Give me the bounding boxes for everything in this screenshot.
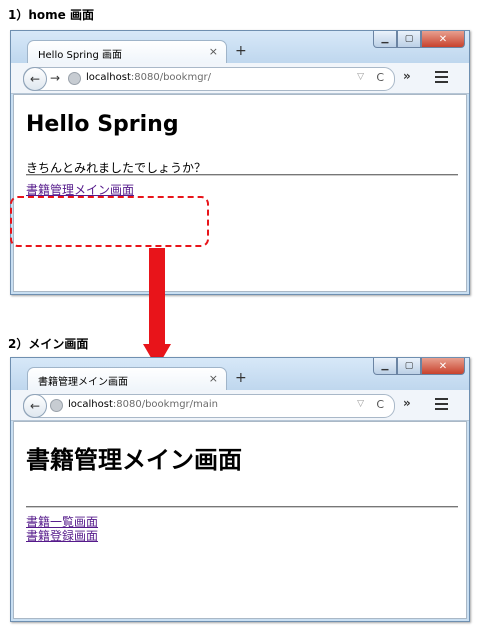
globe-icon (68, 72, 81, 85)
window-controls: ▁ ▢ ✕ (373, 358, 465, 376)
maximize-button[interactable]: ▢ (397, 31, 421, 48)
hamburger-menu-icon[interactable] (435, 398, 448, 413)
page-heading: 書籍管理メイン画面 (26, 446, 242, 474)
tab-title: Hello Spring 画面 (38, 50, 122, 61)
page-heading: Hello Spring (26, 112, 179, 137)
page-content: 書籍管理メイン画面 書籍一覧画面 書籍登録画面 (13, 421, 467, 619)
forward-arrow-icon[interactable]: → (50, 71, 60, 85)
url-bar[interactable]: ← → localhost:8080/bookmgr/ ▽ C (23, 67, 395, 91)
url-path: :8080/bookmgr/main (112, 399, 219, 410)
history-dropdown-icon[interactable]: ▽ (357, 399, 364, 409)
maximize-button[interactable]: ▢ (397, 358, 421, 375)
back-arrow-icon[interactable]: ← (23, 67, 47, 91)
book-register-link[interactable]: 書籍登録画面 (26, 530, 98, 543)
new-tab-button[interactable]: + (235, 371, 247, 385)
reload-icon[interactable]: C (376, 71, 384, 84)
book-list-link[interactable]: 書籍一覧画面 (26, 516, 98, 529)
titlebar: 書籍管理メイン画面 × + ▁ ▢ ✕ (11, 358, 469, 392)
new-tab-button[interactable]: + (235, 44, 247, 58)
url-host: localhost (68, 399, 113, 410)
globe-icon (50, 399, 63, 412)
tab-home[interactable]: Hello Spring 画面 × (27, 40, 227, 65)
step1-caption: 1）home 画面 (8, 8, 94, 22)
window-controls: ▁ ▢ ✕ (373, 31, 465, 49)
overflow-menu-icon[interactable]: » (403, 69, 411, 83)
minimize-button[interactable]: ▁ (373, 358, 397, 375)
step2-caption: 2）メイン画面 (8, 337, 89, 351)
hamburger-menu-icon[interactable] (435, 71, 448, 86)
navigation-bar: ← localhost:8080/bookmgr/main ▽ C » (11, 390, 469, 421)
url-host: localhost (86, 72, 131, 83)
close-button[interactable]: ✕ (421, 358, 465, 375)
titlebar: Hello Spring 画面 × + ▁ ▢ ✕ (11, 31, 469, 65)
url-text[interactable]: localhost:8080/bookmgr/ (86, 72, 211, 83)
url-text[interactable]: localhost:8080/bookmgr/main (68, 399, 218, 410)
reload-icon[interactable]: C (376, 398, 384, 411)
divider (26, 174, 458, 176)
close-button[interactable]: ✕ (421, 31, 465, 48)
transition-arrow-shaft (149, 248, 165, 346)
overflow-menu-icon[interactable]: » (403, 396, 411, 410)
back-arrow-icon[interactable]: ← (23, 394, 47, 418)
navigation-bar: ← → localhost:8080/bookmgr/ ▽ C » (11, 63, 469, 94)
url-bar[interactable]: ← localhost:8080/bookmgr/main ▽ C (23, 394, 395, 418)
link-highlight-box (10, 196, 209, 247)
history-dropdown-icon[interactable]: ▽ (357, 72, 364, 82)
tab-close-icon[interactable]: × (209, 45, 218, 58)
tab-main[interactable]: 書籍管理メイン画面 × (27, 367, 227, 392)
divider (26, 506, 458, 508)
tab-title: 書籍管理メイン画面 (38, 377, 128, 388)
browser-window-main: 書籍管理メイン画面 × + ▁ ▢ ✕ ← localhost:8080/boo… (10, 357, 470, 622)
browser-window-home: Hello Spring 画面 × + ▁ ▢ ✕ ← → localhost:… (10, 30, 470, 295)
page-content: Hello Spring きちんとみれましたでしょうか？ 書籍管理メイン画面 (13, 94, 467, 292)
url-path: :8080/bookmgr/ (130, 72, 212, 83)
tab-close-icon[interactable]: × (209, 372, 218, 385)
minimize-button[interactable]: ▁ (373, 31, 397, 48)
